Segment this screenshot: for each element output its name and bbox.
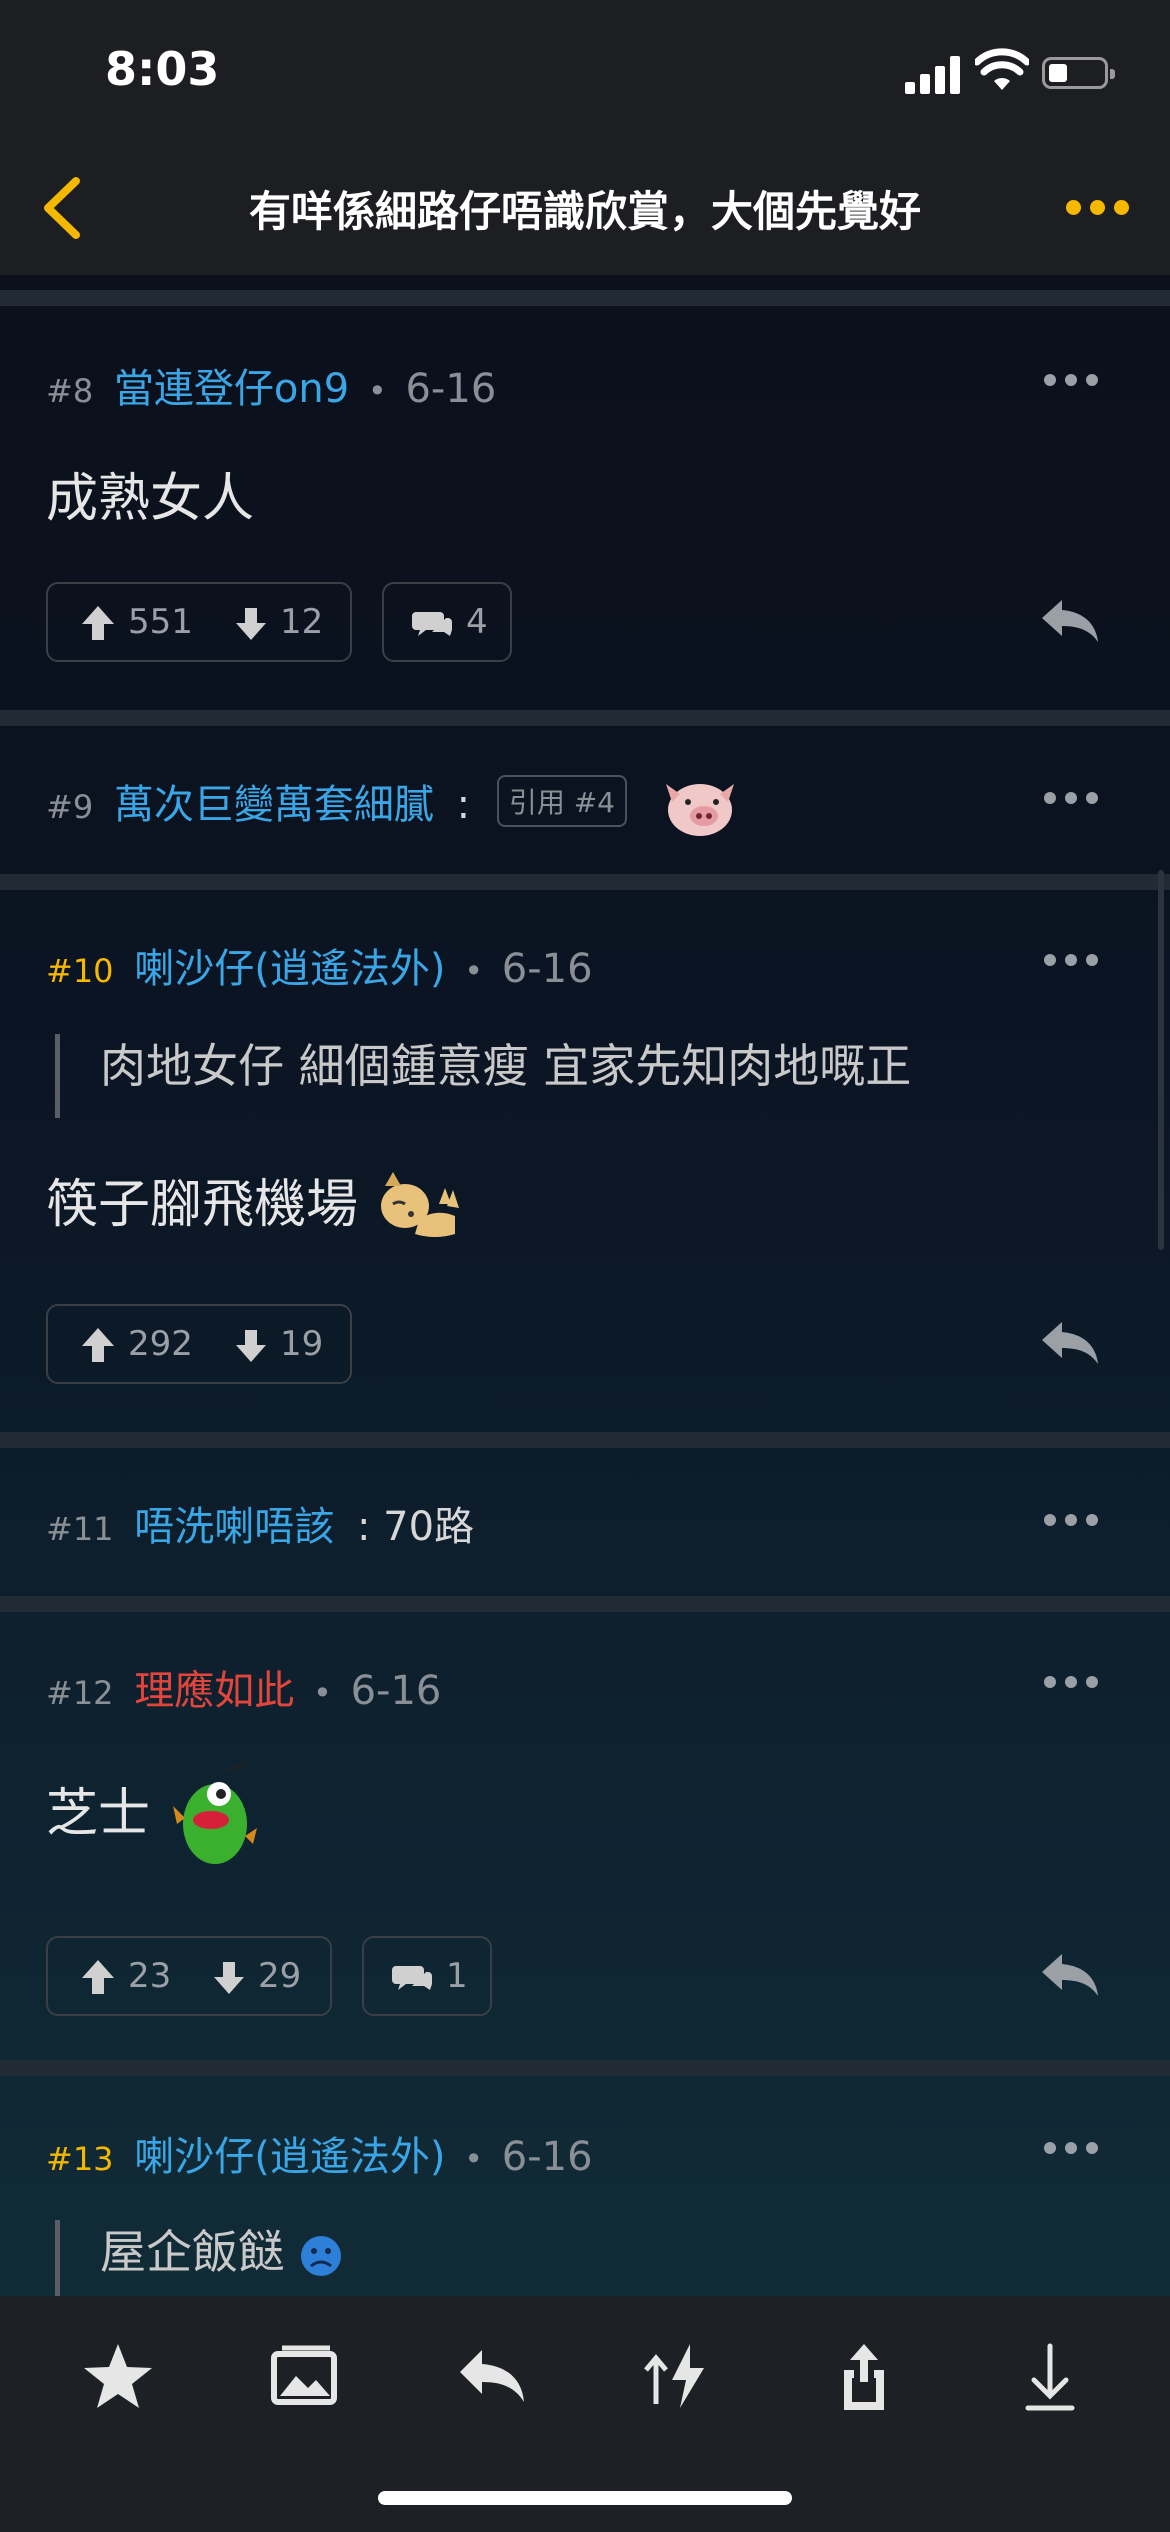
scrollbar[interactable] (1158, 870, 1164, 1250)
post-body-row: 芝士 (46, 1762, 263, 1872)
reply-icon[interactable] (456, 2340, 528, 2412)
upvote-count: 551 (128, 602, 193, 642)
divider (0, 2060, 1170, 2076)
post-number: #8 (46, 372, 94, 410)
comment-icon (392, 1966, 432, 1990)
quote-reference[interactable]: 引用 #4 (496, 775, 627, 827)
comment-button[interactable]: 4 (382, 582, 512, 662)
post-body: 筷子腳飛機場 (46, 1175, 359, 1235)
quoted-block: 屋企飯餸 (55, 2220, 343, 2296)
post-menu-button[interactable] (1044, 792, 1098, 808)
downvote-count: 29 (258, 1956, 302, 1996)
post-date: 6-16 (350, 1668, 442, 1714)
quoted-text: 肉地女仔 細個鍾意瘦 宜家先知肉地嘅正 (55, 1034, 911, 1118)
post-9: #9 萬次巨變萬套細膩 : 引用 #4 (0, 726, 1170, 874)
downvote-icon[interactable] (212, 1960, 246, 1996)
back-chevron-icon[interactable] (38, 175, 88, 241)
author-name[interactable]: 唔洗喇唔該 (134, 1504, 334, 1550)
downvote-icon[interactable] (234, 1328, 268, 1364)
post-meta: #13 喇沙仔(逍遙法外) • 6-16 (46, 2134, 593, 2180)
thread-title: 有咩係細路仔唔識欣賞，大個先覺好 (248, 187, 921, 236)
nav-bar: 有咩係細路仔唔識欣賞，大個先覺好 (0, 140, 1170, 275)
author-name[interactable]: 喇沙仔(逍遙法外) (134, 2134, 445, 2180)
sad-face-emoji-icon (300, 2235, 341, 2276)
post-meta: #9 萬次巨變萬套細膩 : 引用 #4 (46, 772, 742, 842)
more-options-button[interactable] (1066, 194, 1130, 220)
home-indicator[interactable] (378, 2491, 792, 2505)
cellular-signal-icon (905, 54, 963, 94)
downvote-icon[interactable] (234, 606, 268, 642)
share-icon[interactable] (828, 2340, 900, 2412)
post-body: 芝士 (46, 1784, 151, 1844)
post-number: #10 (46, 952, 114, 990)
divider (0, 290, 1170, 306)
post-10: #10 喇沙仔(逍遙法外) • 6-16 肉地女仔 細個鍾意瘦 宜家先知肉地嘅正… (0, 890, 1170, 1432)
divider (0, 1432, 1170, 1448)
post-menu-button[interactable] (1044, 954, 1098, 970)
post-number: #11 (46, 1510, 114, 1548)
post-menu-button[interactable] (1044, 374, 1098, 390)
post-body-row: 筷子腳飛機場 (46, 1162, 459, 1248)
inline-reply: 70路 (383, 1504, 475, 1550)
post-meta: #11 唔洗喇唔該 : 70路 (46, 1504, 475, 1550)
post-12: #12 理應如此 • 6-16 芝士 23 29 1 (0, 1612, 1170, 2060)
post-date: 6-16 (405, 366, 497, 412)
upvote-icon[interactable] (80, 604, 116, 642)
comment-count: 4 (466, 602, 488, 642)
comment-count: 1 (446, 1956, 468, 1996)
pig-emoji-icon (665, 784, 734, 836)
comment-icon (412, 612, 452, 636)
green-bird-emoji-icon (172, 1763, 257, 1864)
status-time: 8:03 (105, 42, 220, 96)
downvote-count: 19 (280, 1324, 324, 1364)
post-date: 6-16 (501, 2134, 593, 2180)
reply-icon[interactable] (1040, 1318, 1100, 1368)
upvote-count: 292 (128, 1324, 193, 1364)
post-meta: #8 當連登仔on9 • 6-16 (46, 366, 497, 412)
download-icon[interactable] (1014, 2340, 1086, 2412)
reply-icon[interactable] (1040, 1950, 1100, 2000)
quoted-text: 屋企飯餸 (100, 2225, 284, 2279)
status-bar: 8:03 (0, 0, 1170, 140)
image-icon[interactable] (270, 2340, 342, 2412)
post-menu-button[interactable] (1044, 1676, 1098, 1692)
vote-box: 292 19 (46, 1304, 352, 1384)
star-icon[interactable] (82, 2340, 154, 2412)
divider (0, 710, 1170, 726)
post-date: 6-16 (501, 946, 593, 992)
post-8: #8 當連登仔on9 • 6-16 成熟女人 551 12 4 (0, 306, 1170, 710)
upvote-count: 23 (128, 1956, 172, 1996)
vote-box: 551 12 (46, 582, 352, 662)
vote-box: 23 29 (46, 1936, 332, 2016)
upvote-icon[interactable] (80, 1326, 116, 1364)
divider (0, 1596, 1170, 1612)
comment-button[interactable]: 1 (362, 1936, 492, 2016)
post-menu-button[interactable] (1044, 1514, 1098, 1530)
wifi-icon (975, 48, 1029, 90)
sort-lightning-icon[interactable] (642, 2340, 714, 2412)
author-name[interactable]: 理應如此 (134, 1668, 294, 1714)
downvote-count: 12 (280, 602, 324, 642)
author-name[interactable]: 萬次巨變萬套細膩 (114, 782, 434, 828)
post-meta: #10 喇沙仔(逍遙法外) • 6-16 (46, 946, 593, 992)
divider (0, 874, 1170, 890)
author-name[interactable]: 喇沙仔(逍遙法外) (134, 946, 445, 992)
author-name[interactable]: 當連登仔on9 (114, 366, 349, 412)
dog-emoji-icon (380, 1172, 459, 1237)
post-11: #11 唔洗喇唔該 : 70路 (0, 1448, 1170, 1596)
post-menu-button[interactable] (1044, 2142, 1098, 2158)
upvote-icon[interactable] (80, 1958, 116, 1996)
battery-icon (1042, 57, 1115, 89)
post-13: #13 喇沙仔(逍遙法外) • 6-16 屋企飯餸 (0, 2076, 1170, 2296)
post-meta: #12 理應如此 • 6-16 (46, 1668, 442, 1714)
post-number: #12 (46, 1674, 114, 1712)
post-number: #9 (46, 788, 94, 826)
reply-icon[interactable] (1040, 596, 1100, 646)
post-body: 成熟女人 (46, 469, 255, 529)
post-number: #13 (46, 2140, 114, 2178)
